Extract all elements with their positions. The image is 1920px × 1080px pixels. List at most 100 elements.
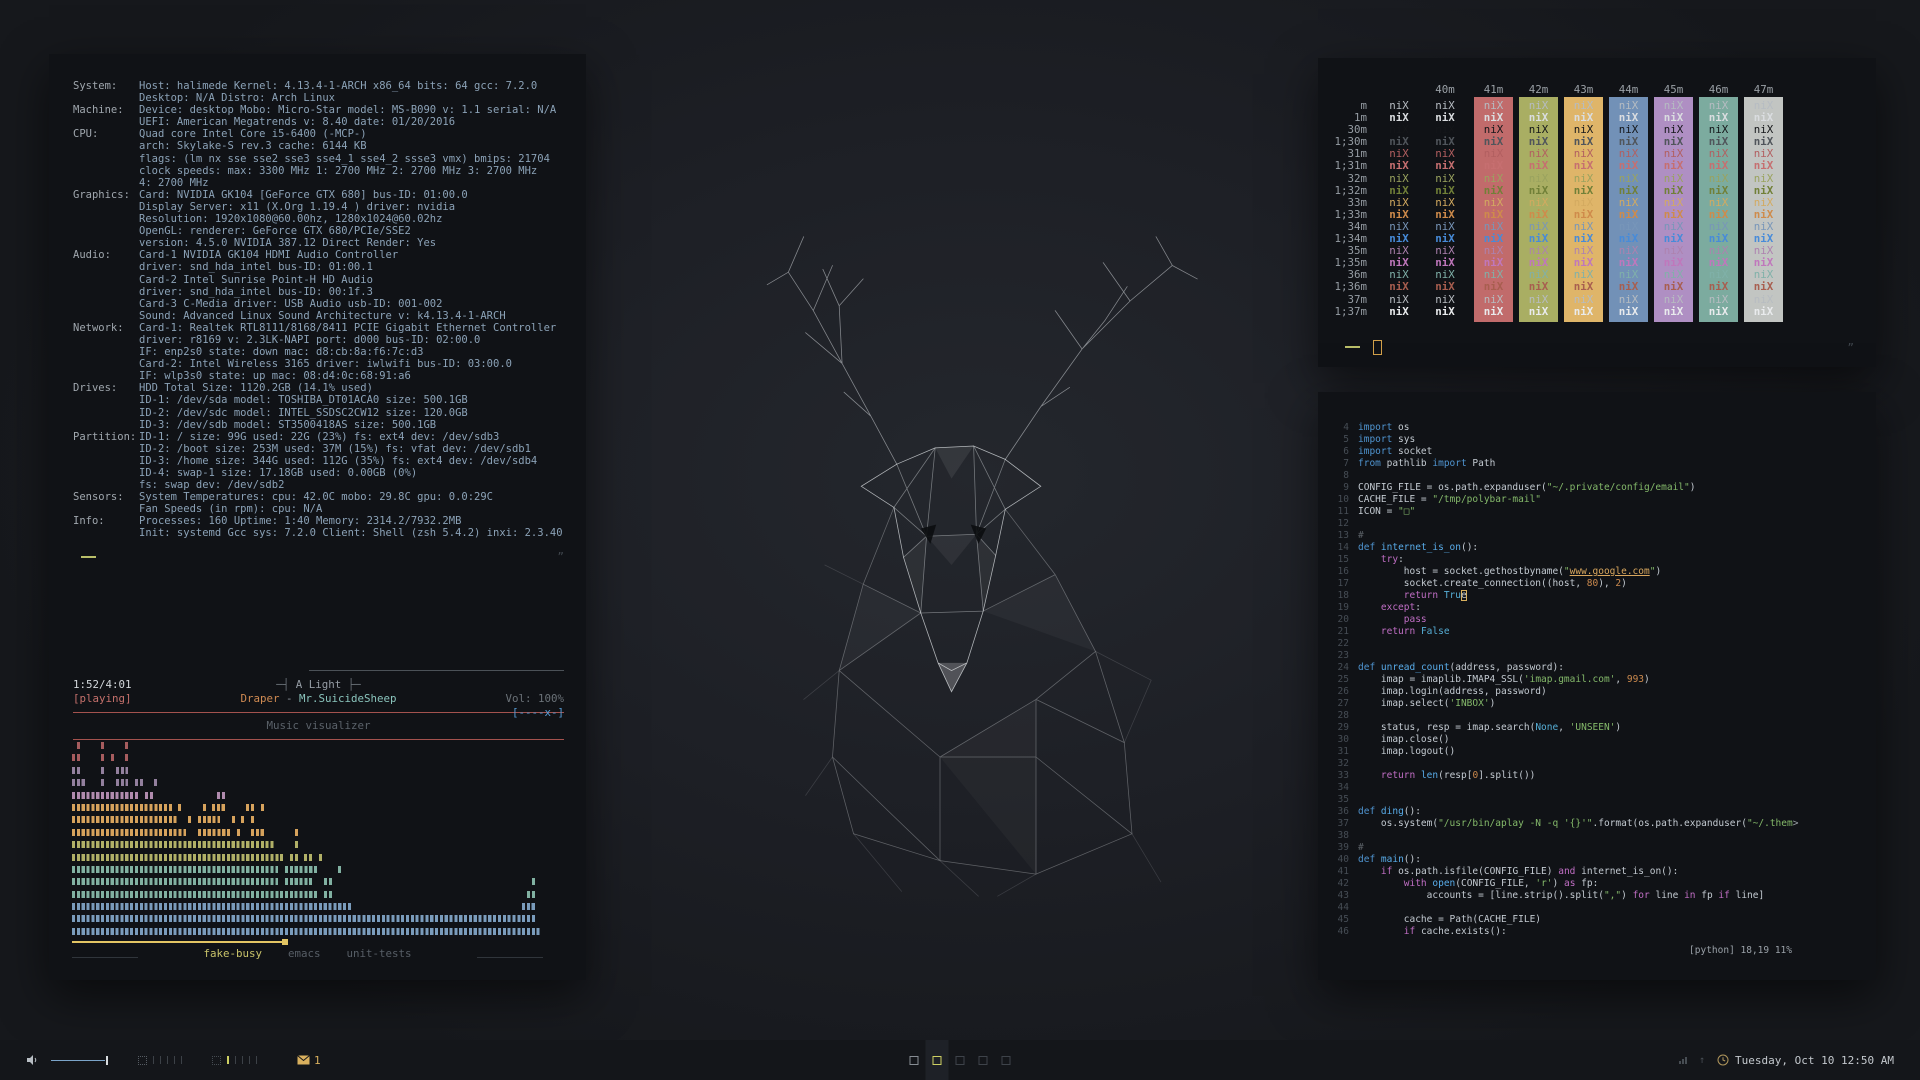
code-line[interactable]: 38: [1318, 830, 1798, 842]
sysinfo-row: Partition: ID-1: / size: 99G used: 22G (2…: [73, 430, 538, 492]
code-line[interactable]: 33 return len(resp[0].split()): [1318, 770, 1798, 782]
line-number: 21: [1337, 626, 1349, 637]
facets: [839, 445, 1096, 692]
line-number: 5: [1343, 434, 1349, 445]
sysinfo-label: Graphics:: [73, 188, 130, 201]
signal-bars-icon[interactable]: [1679, 1056, 1688, 1064]
code-line[interactable]: 26 imap.login(address, password): [1318, 686, 1798, 698]
track-title: A Light: [295, 678, 342, 691]
code-line[interactable]: 17 socket.create_connection((host, 80), …: [1318, 578, 1798, 590]
workspace-5[interactable]: [995, 1040, 1018, 1080]
workspace-2[interactable]: [925, 1040, 949, 1080]
code-line[interactable]: 19 except:: [1318, 602, 1798, 614]
workspace-square-icon: [978, 1055, 988, 1065]
line-number: 18: [1337, 590, 1349, 601]
code-line[interactable]: 12: [1318, 518, 1798, 530]
code-buffer[interactable]: 4 import os 5 import sys 6 import socket 7 from…: [1318, 422, 1799, 938]
colortest-column-43m: 43m niX niX niX niX niX niX niX niX niX niX niX niX n…: [1564, 82, 1603, 322]
code-line[interactable]: 24 def unread_count(address, password):: [1318, 662, 1798, 674]
code-line[interactable]: 25 imap = imaplib.IMAP4_SSL('imap.gmail.…: [1318, 674, 1798, 686]
clock-module[interactable]: Tuesday, Oct 10 12:50 AM: [1717, 1054, 1894, 1067]
code-line[interactable]: 40 def main():: [1318, 854, 1798, 866]
code-editor[interactable]: 4 import os 5 import sys 6 import socket 7 from…: [1318, 392, 1876, 980]
volume-bar[interactable]: [----x-]: [512, 706, 564, 720]
line-number: 28: [1337, 710, 1349, 721]
bar-right-modules: ↑ Tuesday, Oct 10 12:50 AM: [1679, 1040, 1894, 1080]
sysinfo-row: Drives: HDD Total Size: 1120.2GB (14.1% u…: [73, 382, 468, 431]
tab-emacs[interactable]: emacs: [288, 947, 321, 960]
clock-text: Tuesday, Oct 10 12:50 AM: [1735, 1053, 1894, 1067]
code-line[interactable]: 41 if os.path.isfile(CONFIG_FILE) and in…: [1318, 866, 1798, 878]
code-line[interactable]: 44: [1318, 902, 1798, 914]
workspace-1[interactable]: [903, 1040, 926, 1080]
code-line[interactable]: 11 ICON = "□": [1318, 506, 1798, 518]
track-progress-bar[interactable]: [73, 669, 564, 672]
code-line[interactable]: 42 with open(CONFIG_FILE, 'r') as fp:: [1318, 878, 1798, 890]
code-line[interactable]: 37 os.system("/usr/bin/aplay -N -q '{}'"…: [1318, 818, 1799, 830]
code-line[interactable]: 5 import sys: [1318, 434, 1798, 446]
code-line[interactable]: 8: [1318, 470, 1798, 482]
line-number: 8: [1343, 470, 1349, 481]
line-number: 34: [1337, 782, 1349, 793]
code-line[interactable]: 21 return False: [1318, 626, 1798, 638]
code-line[interactable]: 22: [1318, 638, 1798, 650]
code-line[interactable]: 36 def ding():: [1318, 806, 1798, 818]
code-line[interactable]: 9 CONFIG_FILE = os.path.expanduser("~/.pr…: [1318, 482, 1798, 494]
tray-module-1[interactable]: [138, 1055, 182, 1065]
workspace-4[interactable]: [972, 1040, 995, 1080]
line-number: 37: [1337, 818, 1349, 829]
code-line[interactable]: 18 return True: [1318, 590, 1798, 602]
code-line[interactable]: 23: [1318, 650, 1798, 662]
code-line[interactable]: 34: [1318, 782, 1798, 794]
code-line[interactable]: 15 try:: [1318, 554, 1798, 566]
terminal-colortest[interactable]: m 1m 30m 1;30m 31m 1;31m 32m 1;32m 33m 1;33m 34m 1;…: [1318, 58, 1876, 367]
tray-module-2[interactable]: [212, 1055, 257, 1065]
code-line[interactable]: 14 def internet_is_on():: [1318, 542, 1798, 554]
code-line[interactable]: 46 if cache.exists():: [1318, 926, 1798, 938]
code-line[interactable]: 10 CACHE_FILE = "/tmp/polybar-mail": [1318, 494, 1798, 506]
code-line[interactable]: 31 imap.logout(): [1318, 746, 1798, 758]
shell-prompt[interactable]: ”: [73, 549, 564, 565]
colortest-column-42m: 42m niX niX niX niX niX niX niX niX niX niX niX niX n…: [1519, 82, 1558, 322]
colortest-column-45m: 45m niX niX niX niX niX niX niX niX niX niX niX niX n…: [1654, 82, 1693, 322]
code-line[interactable]: 32: [1318, 758, 1798, 770]
arrow-up-icon[interactable]: ↑: [1699, 1055, 1705, 1066]
line-number: 40: [1337, 854, 1349, 865]
code-line[interactable]: 4 import os: [1318, 422, 1798, 434]
workspace-3[interactable]: [949, 1040, 972, 1080]
code-line[interactable]: 16 host = socket.gethostbyname("www.goog…: [1318, 566, 1798, 578]
code-line[interactable]: 39 #: [1318, 842, 1798, 854]
line-number: 20: [1337, 614, 1349, 625]
line-number: 29: [1337, 722, 1349, 733]
colortest-column-40m: 40m niX niX niX niX niX niX niX niX niX niX niX niX n…: [1435, 83, 1455, 318]
tab-fake-busy[interactable]: fake-busy: [203, 947, 262, 960]
volume-slider-thumb[interactable]: [106, 1055, 108, 1065]
line-number: 44: [1337, 902, 1349, 913]
code-line[interactable]: 29 status, resp = imap.search(None, 'UNS…: [1318, 722, 1798, 734]
code-line[interactable]: 43 accounts = [line.strip().split(",") f…: [1318, 890, 1798, 902]
volume-slider[interactable]: [51, 1055, 108, 1065]
code-line[interactable]: 35: [1318, 794, 1798, 806]
terminal-system-info[interactable]: System: Host: halimede Kernel: 4.13.4-1-A…: [49, 54, 586, 980]
code-line[interactable]: 7 from pathlib import Path: [1318, 458, 1798, 470]
viz-row: [72, 841, 543, 849]
music-player: 1:52/4:01 ─┤ A Light ├─ Vol: 100% [playi…: [73, 669, 564, 746]
code-line[interactable]: 28: [1318, 710, 1798, 722]
shell-prompt[interactable]: ”: [1345, 339, 1854, 355]
code-line[interactable]: 20 pass: [1318, 614, 1798, 626]
code-line[interactable]: 27 imap.select('INBOX'): [1318, 698, 1798, 710]
code-line[interactable]: 6 import socket: [1318, 446, 1798, 458]
code-line[interactable]: 30 imap.close(): [1318, 734, 1798, 746]
line-number: 45: [1337, 914, 1349, 925]
speaker-icon[interactable]: [26, 1054, 38, 1066]
mail-module[interactable]: 1: [297, 1054, 321, 1067]
track-artist: Draper: [240, 692, 280, 705]
sysinfo-label: Info:: [73, 515, 105, 528]
code-line[interactable]: 45 cache = Path(CACHE_FILE): [1318, 914, 1798, 926]
sysinfo-label: Partition:: [73, 430, 137, 443]
code-line[interactable]: 13 #: [1318, 530, 1798, 542]
line-number: 31: [1337, 746, 1349, 757]
tab-unit-tests[interactable]: unit-tests: [347, 947, 412, 960]
visualizer-title: Music visualizer: [266, 719, 371, 732]
line-number: 41: [1337, 866, 1349, 877]
